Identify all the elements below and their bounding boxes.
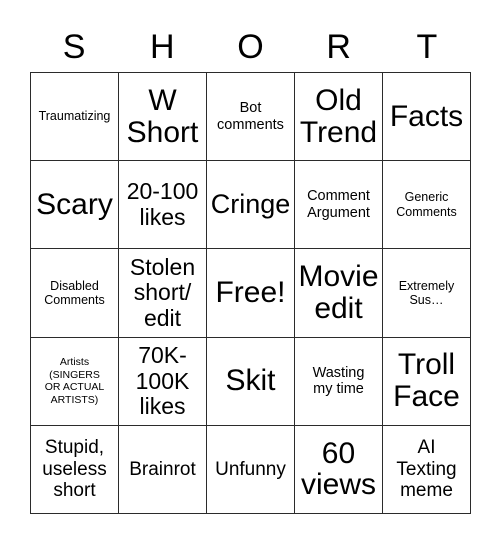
bingo-cell-r4-c3[interactable]: Skit bbox=[207, 337, 295, 426]
bingo-grid: Traumatizing W Short Bot comments Old Trend… bbox=[30, 72, 471, 514]
bingo-cell-label: Disabled Comments bbox=[44, 278, 105, 307]
bingo-card: S H O R T Traumatizing W Short Bot comments Old… bbox=[0, 0, 500, 544]
bingo-cell-label: AI Texting meme bbox=[396, 437, 457, 502]
bingo-cell-label: Cringe bbox=[210, 189, 291, 220]
bingo-cell-label: Bot comments bbox=[217, 99, 284, 133]
bingo-cell-r5-c3[interactable]: Unfunny bbox=[207, 425, 295, 514]
bingo-cell-label: Brainrot bbox=[129, 458, 196, 480]
bingo-cell-r5-c4[interactable]: 60 views bbox=[295, 425, 383, 514]
bingo-cell-r4-c4[interactable]: Wasting my time bbox=[295, 337, 383, 426]
bingo-cell-r2-c1[interactable]: Scary bbox=[31, 161, 119, 250]
bingo-cell-r1-c2[interactable]: W Short bbox=[119, 73, 207, 162]
bingo-cell-r5-c1[interactable]: Stupid, useless short bbox=[31, 425, 119, 514]
bingo-cell-r3-c1[interactable]: Disabled Comments bbox=[31, 249, 119, 338]
bingo-cell-label: Skit bbox=[225, 364, 276, 398]
bingo-cell-r3-c3[interactable]: Free! bbox=[207, 249, 295, 338]
bingo-cell-r1-c1[interactable]: Traumatizing bbox=[31, 73, 119, 162]
bingo-cell-r5-c2[interactable]: Brainrot bbox=[119, 425, 207, 514]
bingo-cell-label: Generic Comments bbox=[396, 190, 457, 219]
bingo-header-letter-4: R bbox=[326, 28, 351, 66]
bingo-cell-label: Movie edit bbox=[298, 260, 379, 325]
bingo-cell-label: Traumatizing bbox=[38, 109, 111, 124]
bingo-cell-label: Extremely Sus… bbox=[398, 278, 455, 307]
bingo-cell-label: Old Trend bbox=[299, 83, 378, 149]
bingo-cell-label: Stolen short/ edit bbox=[129, 254, 196, 331]
bingo-header-letter-5: T bbox=[416, 28, 438, 66]
bingo-header-letter-3: O bbox=[237, 28, 264, 66]
bingo-cell-label: 20-100 likes bbox=[126, 178, 199, 230]
bingo-cell-r1-c3[interactable]: Bot comments bbox=[207, 73, 295, 162]
bingo-cell-label: Troll Face bbox=[393, 348, 460, 414]
bingo-cell-r4-c2[interactable]: 70K- 100K likes bbox=[119, 337, 207, 426]
bingo-cell-label: Comment Argument bbox=[307, 188, 370, 221]
bingo-cell-r2-c5[interactable]: Generic Comments bbox=[383, 161, 471, 250]
bingo-cell-label: Facts bbox=[389, 99, 464, 133]
bingo-cell-r3-c5[interactable]: Extremely Sus… bbox=[383, 249, 471, 338]
bingo-header-letter-2: H bbox=[150, 28, 175, 66]
bingo-cell-label: W Short bbox=[126, 83, 199, 149]
bingo-cell-label: 70K- 100K likes bbox=[135, 342, 190, 419]
bingo-header-letter-1: S bbox=[62, 28, 86, 66]
bingo-cell-r5-c5[interactable]: AI Texting meme bbox=[383, 425, 471, 514]
bingo-cell-label: 60 views bbox=[300, 436, 376, 502]
bingo-cell-r2-c3[interactable]: Cringe bbox=[207, 161, 295, 250]
bingo-cell-r1-c5[interactable]: Facts bbox=[383, 73, 471, 162]
bingo-cell-label: Unfunny bbox=[215, 458, 286, 480]
bingo-cell-r2-c2[interactable]: 20-100 likes bbox=[119, 161, 207, 250]
bingo-header-letters: SHORT bbox=[30, 22, 471, 72]
bingo-cell-r4-c5[interactable]: Troll Face bbox=[383, 337, 471, 426]
bingo-cell-r3-c2[interactable]: Stolen short/ edit bbox=[119, 249, 207, 338]
bingo-cell-label: Free! bbox=[215, 276, 286, 310]
bingo-cell-r2-c4[interactable]: Comment Argument bbox=[295, 161, 383, 250]
bingo-cell-label: Artists (SINGERS OR ACTUAL ARTISTS) bbox=[44, 356, 105, 406]
bingo-cell-label: Wasting my time bbox=[312, 364, 365, 398]
bingo-cell-r1-c4[interactable]: Old Trend bbox=[295, 73, 383, 162]
bingo-cell-r4-c1[interactable]: Artists (SINGERS OR ACTUAL ARTISTS) bbox=[31, 337, 119, 426]
bingo-cell-label: Scary bbox=[36, 187, 113, 221]
bingo-cell-r3-c4[interactable]: Movie edit bbox=[295, 249, 383, 338]
bingo-cell-label: Stupid, useless short bbox=[42, 437, 107, 502]
